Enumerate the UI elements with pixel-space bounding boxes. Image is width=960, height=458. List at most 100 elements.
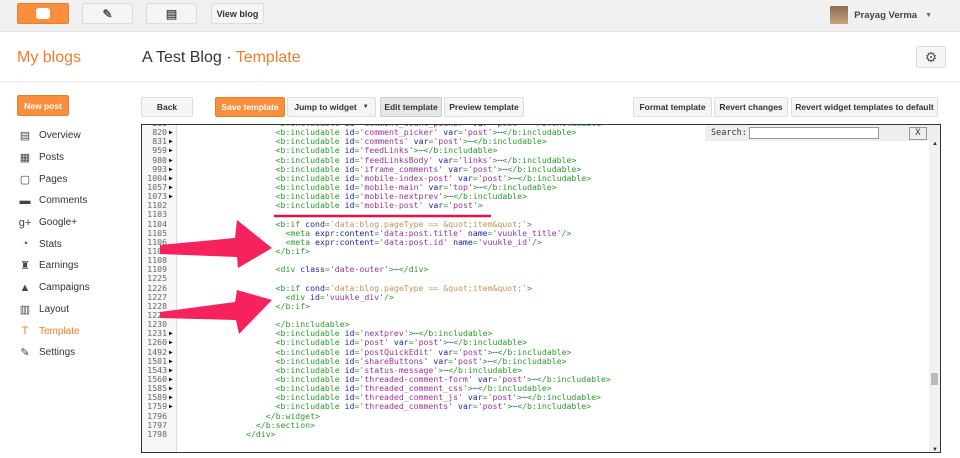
- sidebar-item-label: Google+: [39, 217, 78, 229]
- fold-arrow-icon[interactable]: ▶: [167, 247, 177, 256]
- fold-arrow-icon[interactable]: ▶: [167, 393, 177, 402]
- format-template-button[interactable]: Format template: [633, 97, 712, 117]
- sidebar-item-comments[interactable]: ▬ Comments: [18, 190, 90, 212]
- fold-arrow-icon[interactable]: ▶: [167, 375, 177, 384]
- close-search-button[interactable]: X: [908, 126, 927, 140]
- layout-icon: ▥: [19, 303, 31, 316]
- campaigns-icon: ▲: [19, 281, 31, 294]
- fold-arrow-icon[interactable]: ▶: [167, 137, 177, 146]
- search-label: Search:: [711, 128, 747, 138]
- page-header: My blogs A Test Blog · Template ⚙: [0, 32, 960, 82]
- search-input[interactable]: [748, 127, 879, 139]
- page-title: A Test Blog · Template: [142, 49, 301, 67]
- sidebar-item-label: Layout: [39, 303, 70, 315]
- scrollbar[interactable]: ▲ ▼: [929, 141, 940, 452]
- view-blog-button[interactable]: View blog: [211, 3, 264, 24]
- fold-arrow-icon[interactable]: ▶: [167, 357, 177, 366]
- comments-icon: ▬: [19, 194, 31, 207]
- caret-down-icon: ▼: [362, 104, 369, 110]
- sidebar-item-posts[interactable]: ▦ Posts: [18, 147, 90, 169]
- top-bar: ✎ ▤ View blog Prayag Verma ▼: [0, 0, 960, 32]
- user-menu[interactable]: Prayag Verma ▼: [830, 6, 932, 24]
- fold-arrow-icon[interactable]: ▶: [167, 402, 177, 411]
- fold-arrow-icon[interactable]: ▶: [167, 165, 177, 174]
- sidebar-item-label: Template: [39, 325, 80, 337]
- pages-icon: ▢: [19, 173, 31, 186]
- trophy-icon: ♜: [20, 260, 30, 273]
- sidebar-item-label: Pages: [39, 173, 68, 185]
- sidebar-item-settings[interactable]: ✎ Settings: [18, 342, 90, 364]
- sidebar-item-layout[interactable]: ▥ Layout: [18, 299, 90, 321]
- save-template-button[interactable]: Save template: [215, 97, 285, 117]
- separator: ·: [226, 49, 232, 66]
- gear-icon: ⚙: [924, 48, 938, 65]
- line-number: 1798: [147, 428, 167, 439]
- search-bar: Search: X: [705, 125, 940, 141]
- sidebar-item-label: Campaigns: [39, 282, 90, 294]
- scrollbar-thumb[interactable]: [931, 373, 938, 385]
- jump-label: Jump to widget: [294, 102, 357, 112]
- scroll-down-icon[interactable]: ▼: [932, 447, 938, 452]
- settings-button[interactable]: ⚙: [916, 46, 946, 68]
- wrench-icon: ✎: [20, 347, 30, 360]
- jump-to-widget-dropdown[interactable]: Jump to widget ▼: [287, 97, 376, 117]
- sidebar-item-google-[interactable]: g+ Google+: [18, 212, 90, 234]
- sidebar-item-label: Posts: [39, 152, 65, 164]
- pages-icon: ▤: [165, 6, 178, 21]
- fold-arrow-icon[interactable]: ▶: [167, 366, 177, 375]
- fold-arrow-icon[interactable]: ▶: [167, 338, 177, 347]
- sidebar-item-campaigns[interactable]: ▲ Campaigns: [18, 277, 90, 299]
- sidebar-item-template[interactable]: T Template: [18, 320, 90, 342]
- preview-template-tab[interactable]: Preview template: [444, 97, 524, 117]
- code-line: 1107 ▶ </b:if>: [142, 246, 940, 256]
- edit-template-tab[interactable]: Edit template: [380, 97, 442, 117]
- code-line: 1228 </b:if>: [142, 301, 940, 311]
- revert-widget-templates-button[interactable]: Revert widget templates to default: [791, 97, 938, 117]
- new-post-pencil-button[interactable]: ✎: [82, 3, 133, 24]
- fold-arrow-icon[interactable]: ▶: [167, 174, 177, 183]
- back-button[interactable]: Back: [141, 97, 193, 117]
- fold-arrow-icon[interactable]: ▶: [167, 183, 177, 192]
- new-post-button[interactable]: New post: [17, 95, 69, 116]
- fold-arrow-icon[interactable]: ▶: [167, 348, 177, 357]
- sidebar-nav: ▤ Overview ▦ Posts ▢ Pages ▬ Comments g+ Google+ ◔…: [18, 125, 90, 364]
- fold-arrow-icon[interactable]: ▶: [167, 384, 177, 393]
- fold-arrow-icon[interactable]: ▶: [167, 128, 177, 137]
- sidebar-item-earnings[interactable]: ♜ Earnings: [18, 255, 90, 277]
- sidebar-item-pages[interactable]: ▢ Pages: [18, 168, 90, 190]
- fold-arrow-icon[interactable]: ▶: [167, 329, 177, 338]
- blogger-logo-button[interactable]: [17, 3, 69, 24]
- sidebar-item-stats[interactable]: ◔ Stats: [18, 233, 90, 255]
- pencil-icon: ✎: [102, 6, 113, 21]
- google-plus-icon: g+: [18, 216, 32, 229]
- sidebar-item-overview[interactable]: ▤ Overview: [18, 125, 90, 147]
- caret-down-icon: ▼: [925, 11, 932, 19]
- template-icon: T: [21, 325, 29, 338]
- stats-icon: ◔: [21, 238, 29, 251]
- code-text: <div class='date-outer'>⋯</div>: [177, 264, 429, 275]
- fold-arrow-icon[interactable]: ▶: [167, 156, 177, 165]
- scroll-up-icon[interactable]: ▲: [932, 141, 938, 147]
- revert-changes-button[interactable]: Revert changes: [714, 97, 788, 117]
- sidebar-item-label: Comments: [39, 195, 88, 207]
- sidebar-item-label: Overview: [39, 130, 81, 142]
- fold-arrow-icon[interactable]: ▶: [167, 146, 177, 155]
- template-code-editor[interactable]: 816▶ <b:includable id='comment_count_pic…: [141, 124, 941, 453]
- fold-arrow-icon[interactable]: ▶: [167, 192, 177, 201]
- sidebar-item-label: Stats: [39, 238, 62, 250]
- posts-list-button[interactable]: ▤: [146, 3, 197, 24]
- blog-name: A Test Blog: [142, 49, 222, 66]
- my-blogs-link[interactable]: My blogs: [17, 49, 81, 67]
- blogger-icon: [36, 8, 50, 19]
